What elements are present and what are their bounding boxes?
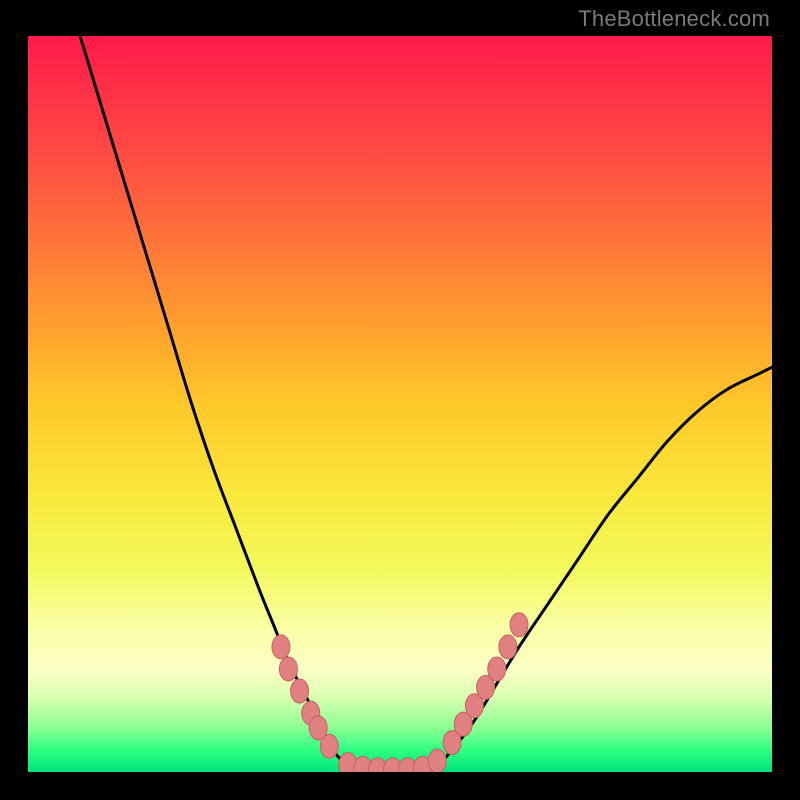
curve-marker [488, 657, 506, 681]
curve-marker [272, 635, 290, 659]
chart-frame: TheBottleneck.com [0, 0, 800, 800]
plot-area [28, 36, 772, 772]
curve-overlay [28, 36, 772, 772]
curve-marker [428, 749, 446, 772]
curve-marker [499, 635, 517, 659]
curve-marker [510, 613, 528, 637]
bottleneck-curve [80, 36, 772, 772]
watermark-text: TheBottleneck.com [578, 6, 770, 32]
curve-marker [291, 679, 309, 703]
curve-marker [320, 734, 338, 758]
curve-marker [279, 657, 297, 681]
